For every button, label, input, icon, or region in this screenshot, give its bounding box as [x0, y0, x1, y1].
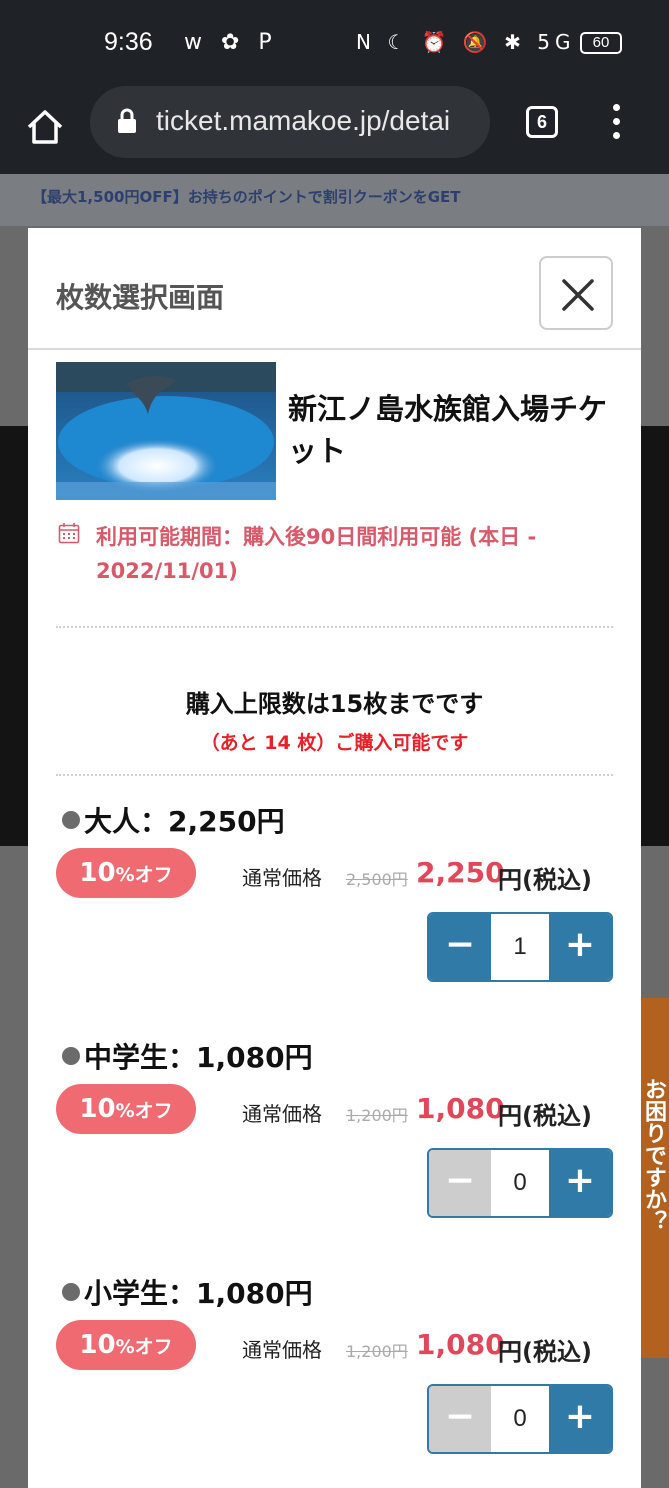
increment-button[interactable]: +	[549, 1150, 611, 1216]
overflow-menu-icon[interactable]	[608, 104, 624, 142]
discount-badge: 10%オフ	[56, 1084, 196, 1134]
original-price: 1,200円	[346, 1342, 408, 1361]
purchase-limit-text: 購入上限数は15枚までです	[185, 690, 484, 718]
normal-price-label: 通常価格	[242, 1102, 322, 1126]
discounted-price: 2,250	[416, 856, 505, 889]
battery-icon: 60	[580, 32, 622, 54]
increment-button[interactable]: +	[549, 914, 611, 980]
discount-number: 10	[79, 858, 116, 888]
decrement-button[interactable]: −	[429, 1386, 491, 1452]
url-text[interactable]: ticket.mamakoe.jp/detai	[156, 105, 480, 137]
product-title: 新江ノ島水族館入場チケット	[288, 392, 608, 468]
original-price: 2,500円	[346, 870, 408, 889]
home-icon[interactable]	[24, 106, 66, 148]
tab-switcher-button[interactable]: 6	[526, 106, 558, 138]
ticket-name: 中学生：1,080円	[62, 1036, 313, 1076]
decrement-button[interactable]: −	[429, 1150, 491, 1216]
bullet-icon	[62, 811, 80, 829]
promo-banner: 【最大1,500円OFF】お持ちのポイントで割引クーポンをGET	[0, 174, 669, 226]
ticket-row: 中学生：1,080円 10%オフ 通常価格 1,200円 1,080 円(税込) −0 +	[28, 1036, 641, 1272]
discount-suffix: %オフ	[115, 1100, 173, 1122]
notification-icons: w ✿ P	[184, 30, 278, 55]
ticket-name-label: 大人：2,250円	[84, 805, 285, 838]
quantity-stepper: −0 +	[427, 1148, 613, 1218]
ticket-name: 小学生：1,080円	[62, 1272, 313, 1312]
quantity-stepper: −1 +	[427, 912, 613, 982]
tax-label: 円(税込)	[498, 866, 592, 894]
normal-price-label: 通常価格	[242, 1338, 322, 1362]
ticket-name-label: 中学生：1,080円	[84, 1041, 313, 1074]
modal-title: 枚数選択画面	[56, 281, 225, 314]
close-button[interactable]	[539, 256, 613, 330]
remaining-count-text: （あと 14 枚）ご購入可能です	[200, 732, 469, 754]
tax-label: 円(税込)	[498, 1338, 592, 1366]
discounted-price: 1,080	[416, 1092, 505, 1125]
help-side-tab[interactable]: お困りですか？	[641, 998, 669, 1358]
quantity-stepper: −0 +	[427, 1384, 613, 1454]
ticket-row: 小学生：1,080円 10%オフ 通常価格 1,200円 1,080 円(税込) −0 +	[28, 1272, 641, 1488]
bullet-icon	[62, 1283, 80, 1301]
browser-toolbar: ticket.mamakoe.jp/detai 6	[0, 86, 669, 174]
address-bar[interactable]: ticket.mamakoe.jp/detai	[90, 86, 490, 158]
ticket-row: 大人：2,250円 10%オフ 通常価格 2,500円 2,250 円(税込) −1 +	[28, 800, 641, 1036]
modal-header: 枚数選択画面	[28, 228, 641, 350]
lock-icon	[118, 108, 136, 133]
ticket-name-label: 小学生：1,080円	[84, 1277, 313, 1310]
close-icon	[562, 279, 594, 311]
product-image	[56, 362, 276, 500]
divider	[56, 626, 613, 628]
calendar-icon	[58, 523, 80, 544]
validity-period: 利用可能期間：購入後90日間利用可能 (本日 - 2022/11/01)	[96, 525, 537, 583]
divider	[56, 774, 613, 776]
normal-price-label: 通常価格	[242, 866, 322, 890]
status-bar: 9:36 w ✿ P N ☾ ⏰ 🔕 ✱ 5G 60	[0, 0, 669, 86]
quantity-value[interactable]: 0	[491, 1150, 549, 1216]
increment-button[interactable]: +	[549, 1386, 611, 1452]
decrement-button[interactable]: −	[429, 914, 491, 980]
discount-number: 10	[79, 1094, 116, 1124]
quantity-selection-modal: 枚数選択画面 新江ノ島水族館入場チケット 利用可能期間：購入後90日間利用可能 …	[28, 228, 641, 1488]
quantity-value[interactable]: 0	[491, 1386, 549, 1452]
bullet-icon	[62, 1047, 80, 1065]
discount-suffix: %オフ	[115, 864, 173, 886]
discount-suffix: %オフ	[115, 1336, 173, 1358]
quantity-value[interactable]: 1	[491, 914, 549, 980]
ticket-name: 大人：2,250円	[62, 800, 285, 840]
original-price: 1,200円	[346, 1106, 408, 1125]
discount-number: 10	[79, 1330, 116, 1360]
tax-label: 円(税込)	[498, 1102, 592, 1130]
system-icons: N ☾ ⏰ 🔕 ✱ 5G	[356, 30, 576, 54]
discount-badge: 10%オフ	[56, 1320, 196, 1370]
discounted-price: 1,080	[416, 1328, 505, 1361]
discount-badge: 10%オフ	[56, 848, 196, 898]
clock: 9:36	[104, 28, 153, 56]
